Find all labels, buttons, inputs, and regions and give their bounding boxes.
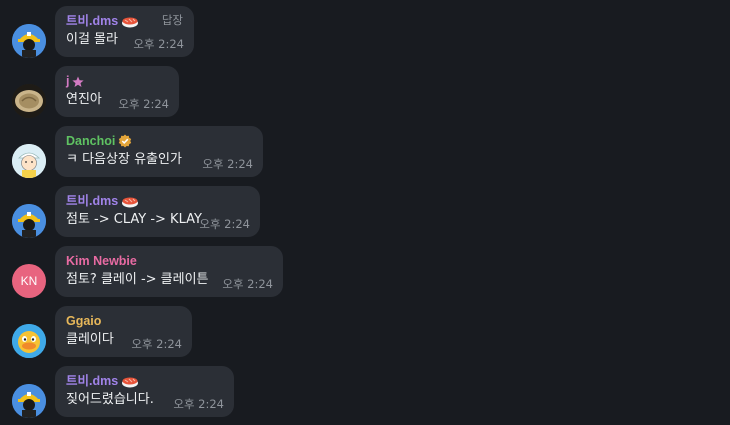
coin-avatar-icon — [12, 84, 46, 118]
miner-avatar-icon — [12, 204, 46, 238]
sender-name[interactable]: Danchoi — [66, 132, 252, 150]
message-time: 오후 2:24 — [222, 277, 273, 291]
message-time: 오후 2:24 — [202, 157, 253, 171]
user-avatar[interactable]: KN — [12, 264, 46, 298]
message-bubble[interactable]: j 연진아 오후 2:24 — [55, 66, 179, 117]
message-time: 오후 2:24 — [131, 337, 182, 351]
sushi-emoji-icon — [122, 17, 139, 28]
sender-name[interactable]: Ggaio — [66, 312, 181, 330]
message-bubble[interactable]: 트비.dms 점토 -> CLAY -> KLAY 오후 2:24 — [55, 186, 260, 237]
sender-name[interactable]: j — [66, 72, 168, 90]
verified-badge-icon — [119, 134, 132, 148]
user-avatar[interactable] — [12, 24, 46, 58]
sender-name[interactable]: 트비.dms — [66, 192, 249, 210]
message-bubble[interactable]: Danchoi ㅋ 다음상장 유출인가 오후 2:24 — [55, 126, 263, 177]
avatar-initials: KN — [20, 274, 38, 288]
message-time: 오후 2:24 — [199, 217, 250, 231]
message-bubble[interactable]: Ggaio 클레이다 오후 2:24 — [55, 306, 192, 357]
user-avatar[interactable] — [12, 204, 46, 238]
message-bubble[interactable]: 트비.dms 이걸 몰라 답장 오후 2:24 — [55, 6, 194, 57]
message-time: 오후 2:24 — [118, 97, 169, 111]
message-time: 오후 2:24 — [173, 397, 224, 411]
user-avatar[interactable] — [12, 84, 46, 118]
message-bubble[interactable]: Kim Newbie 점토? 클레이 -> 클레이튼 오후 2:24 — [55, 246, 283, 297]
sender-name[interactable]: Kim Newbie — [66, 252, 272, 270]
sender-name[interactable]: 트비.dms — [66, 372, 223, 390]
reply-button[interactable]: 답장 — [162, 12, 183, 28]
star-icon — [72, 76, 85, 87]
miner-avatar-icon — [12, 384, 46, 418]
user-avatar[interactable] — [12, 384, 46, 418]
sushi-emoji-icon — [122, 377, 139, 388]
duck-avatar-icon — [12, 324, 46, 358]
user-avatar[interactable] — [12, 324, 46, 358]
miner-avatar-icon — [12, 24, 46, 58]
message-bubble[interactable]: 트비.dms 짖어드렸습니다. 오후 2:24 — [55, 366, 234, 417]
sushi-emoji-icon — [122, 197, 139, 208]
user-avatar[interactable] — [12, 144, 46, 178]
message-time: 오후 2:24 — [133, 37, 184, 51]
cartoon-avatar-icon — [12, 144, 46, 178]
